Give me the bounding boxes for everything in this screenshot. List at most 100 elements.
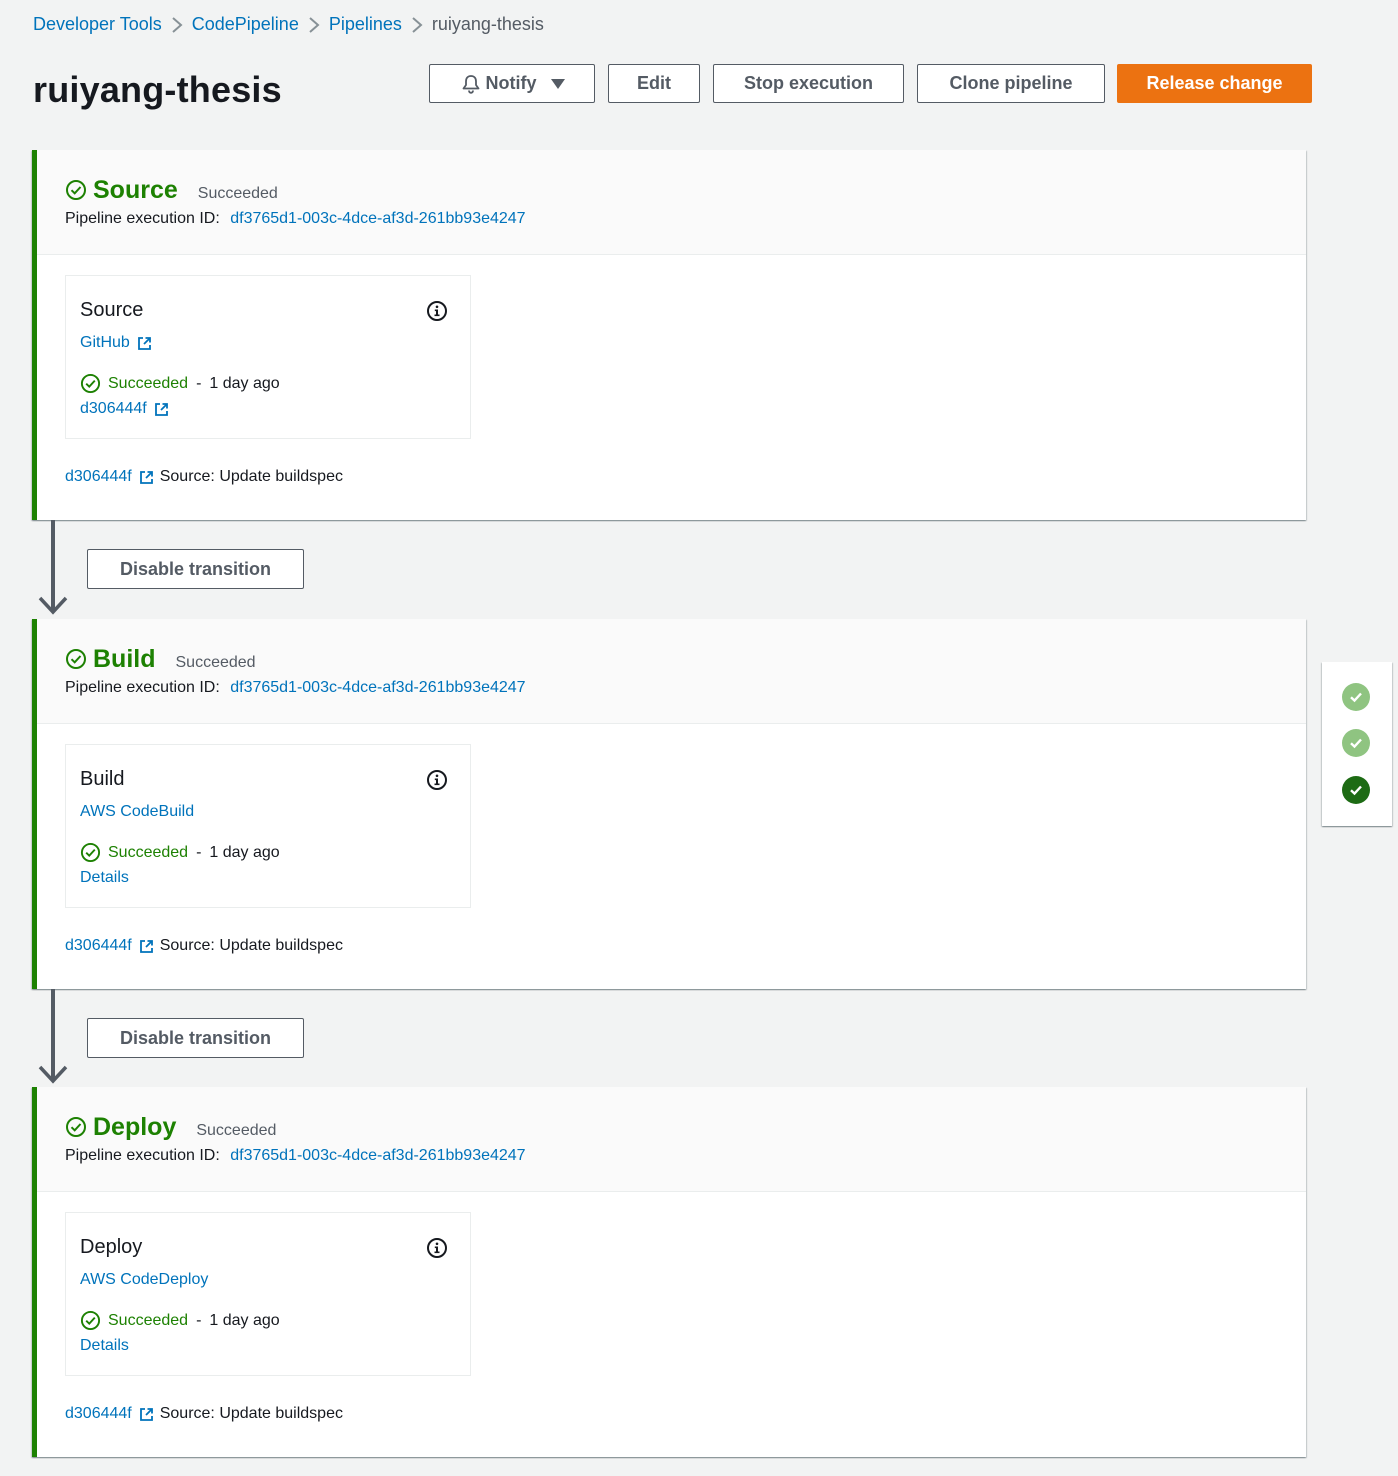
action-time: 1 day ago — [209, 1311, 280, 1329]
execution-id-label: Pipeline execution ID: — [65, 679, 220, 696]
action-detail: Details — [80, 869, 129, 887]
arrow-down-icon — [38, 592, 68, 616]
stage-name: Deploy — [93, 1113, 177, 1141]
execution-id-link[interactable]: df3765d1-003c-4dce-af3d-261bb93e4247 — [230, 679, 525, 696]
commit-message: Source: Update buildspec — [159, 1405, 343, 1422]
stage-status: Succeeded — [196, 1122, 277, 1139]
stop-execution-button[interactable]: Stop execution — [713, 64, 904, 103]
action-provider: AWS CodeBuild — [80, 803, 194, 821]
bell-icon — [460, 73, 482, 95]
action-name: Deploy — [80, 1236, 143, 1258]
commit-id-link[interactable]: d306444f — [65, 937, 132, 955]
stage-title-row: Source Succeeded — [65, 176, 278, 205]
check-circle-icon — [65, 1116, 87, 1138]
action-time: 1 day ago — [209, 374, 280, 392]
stage-nav-deploy-check-circle-icon[interactable] — [1342, 776, 1370, 804]
stage-commit-row: d306444f Source: Update buildspec — [65, 1405, 343, 1423]
external-link-icon[interactable] — [137, 336, 152, 351]
action-card: Build AWS CodeBuild Succeeded - 1 day ag… — [65, 744, 471, 908]
action-status-text: Succeeded — [108, 1311, 189, 1329]
notify-label: Notify — [485, 73, 537, 93]
provider-link[interactable]: GitHub — [80, 334, 130, 352]
commit-message: Source: Update buildspec — [159, 468, 343, 485]
stage-nav-source-check-circle-icon[interactable] — [1342, 683, 1370, 711]
action-status-row: Succeeded - 1 day ago — [80, 1310, 280, 1331]
commit-id-link[interactable]: d306444f — [65, 1405, 132, 1423]
edit-button[interactable]: Edit — [608, 64, 700, 103]
info-icon[interactable] — [426, 300, 448, 322]
info-icon[interactable] — [426, 1237, 448, 1259]
stage-header: Source Succeeded Pipeline execution ID: … — [37, 150, 1306, 255]
stage-header: Build Succeeded Pipeline execution ID: d… — [37, 619, 1306, 724]
check-circle-icon — [65, 648, 87, 670]
external-link-icon[interactable] — [139, 939, 154, 954]
check-circle-icon — [80, 1310, 101, 1331]
stage-build: Build Succeeded Pipeline execution ID: d… — [32, 619, 1306, 989]
commit-id-link[interactable]: d306444f — [65, 468, 132, 486]
execution-id-label: Pipeline execution ID: — [65, 210, 220, 227]
action-status-text: Succeeded — [108, 843, 189, 861]
action-time: 1 day ago — [209, 843, 280, 861]
breadcrumb-codepipeline[interactable]: CodePipeline — [192, 14, 299, 35]
action-card: Source GitHub Succeeded - 1 day ago d306… — [65, 275, 471, 439]
execution-id-link[interactable]: df3765d1-003c-4dce-af3d-261bb93e4247 — [230, 210, 525, 227]
release-change-button[interactable]: Release change — [1117, 64, 1312, 103]
stage-source: Source Succeeded Pipeline execution ID: … — [32, 150, 1306, 520]
provider-link[interactable]: AWS CodeBuild — [80, 803, 194, 821]
action-name: Build — [80, 768, 125, 790]
breadcrumb-pipelines[interactable]: Pipelines — [329, 14, 402, 35]
commit-link[interactable]: d306444f — [80, 400, 147, 418]
execution-id-link[interactable]: df3765d1-003c-4dce-af3d-261bb93e4247 — [230, 1147, 525, 1164]
notify-button[interactable]: Notify — [429, 64, 595, 103]
action-provider: AWS CodeDeploy — [80, 1271, 208, 1289]
breadcrumb-current-pipeline: ruiyang-thesis — [431, 13, 544, 34]
stage-deploy: Deploy Succeeded Pipeline execution ID: … — [32, 1087, 1306, 1457]
stage-name: Build — [93, 645, 156, 673]
breadcrumb: Developer Tools CodePipeline Pipelines r… — [33, 12, 544, 36]
execution-id-row: Pipeline execution ID: df3765d1-003c-4dc… — [65, 210, 526, 228]
action-status-text: Succeeded — [108, 374, 189, 392]
status-separator: - — [196, 1311, 202, 1329]
page-title: ruiyang-thesis — [33, 69, 282, 110]
status-separator: - — [196, 843, 202, 861]
status-separator: - — [196, 374, 202, 392]
check-circle-icon — [65, 179, 87, 201]
execution-id-row: Pipeline execution ID: df3765d1-003c-4dc… — [65, 679, 526, 697]
action-status-row: Succeeded - 1 day ago — [80, 373, 280, 394]
breadcrumb-developer-tools[interactable]: Developer Tools — [33, 14, 162, 35]
action-card: Deploy AWS CodeDeploy Succeeded - 1 day … — [65, 1212, 471, 1376]
stage-header: Deploy Succeeded Pipeline execution ID: … — [37, 1087, 1306, 1192]
stage-name: Source — [93, 176, 178, 204]
external-link-icon[interactable] — [154, 402, 169, 417]
stage-status: Succeeded — [197, 185, 278, 202]
check-circle-icon — [80, 842, 101, 863]
execution-id-label: Pipeline execution ID: — [65, 1147, 220, 1164]
stage-title-row: Deploy Succeeded — [65, 1113, 276, 1142]
provider-link[interactable]: AWS CodeDeploy — [80, 1271, 208, 1289]
action-detail: Details — [80, 1337, 129, 1355]
external-link-icon[interactable] — [139, 470, 154, 485]
action-status-row: Succeeded - 1 day ago — [80, 842, 280, 863]
stage-commit-row: d306444f Source: Update buildspec — [65, 937, 343, 955]
action-detail: d306444f — [80, 400, 169, 418]
details-link[interactable]: Details — [80, 1337, 129, 1355]
details-link[interactable]: Details — [80, 869, 129, 887]
disable-transition-button[interactable]: Disable transition — [87, 549, 304, 589]
chevron-right-icon — [162, 14, 192, 35]
stage-commit-row: d306444f Source: Update buildspec — [65, 468, 343, 486]
chevron-right-icon — [299, 14, 329, 35]
arrow-down-icon — [38, 1061, 68, 1085]
clone-pipeline-button[interactable]: Clone pipeline — [917, 64, 1105, 103]
stage-nav-build-check-circle-icon[interactable] — [1342, 729, 1370, 757]
action-provider: GitHub — [80, 334, 152, 352]
external-link-icon[interactable] — [139, 1407, 154, 1422]
stage-title-row: Build Succeeded — [65, 645, 256, 674]
disable-transition-button[interactable]: Disable transition — [87, 1018, 304, 1058]
caret-down-icon — [550, 78, 565, 90]
commit-message: Source: Update buildspec — [159, 937, 343, 954]
check-circle-icon — [80, 373, 101, 394]
stage-status: Succeeded — [175, 654, 256, 671]
info-icon[interactable] — [426, 769, 448, 791]
chevron-right-icon — [402, 14, 432, 35]
execution-id-row: Pipeline execution ID: df3765d1-003c-4dc… — [65, 1147, 526, 1165]
